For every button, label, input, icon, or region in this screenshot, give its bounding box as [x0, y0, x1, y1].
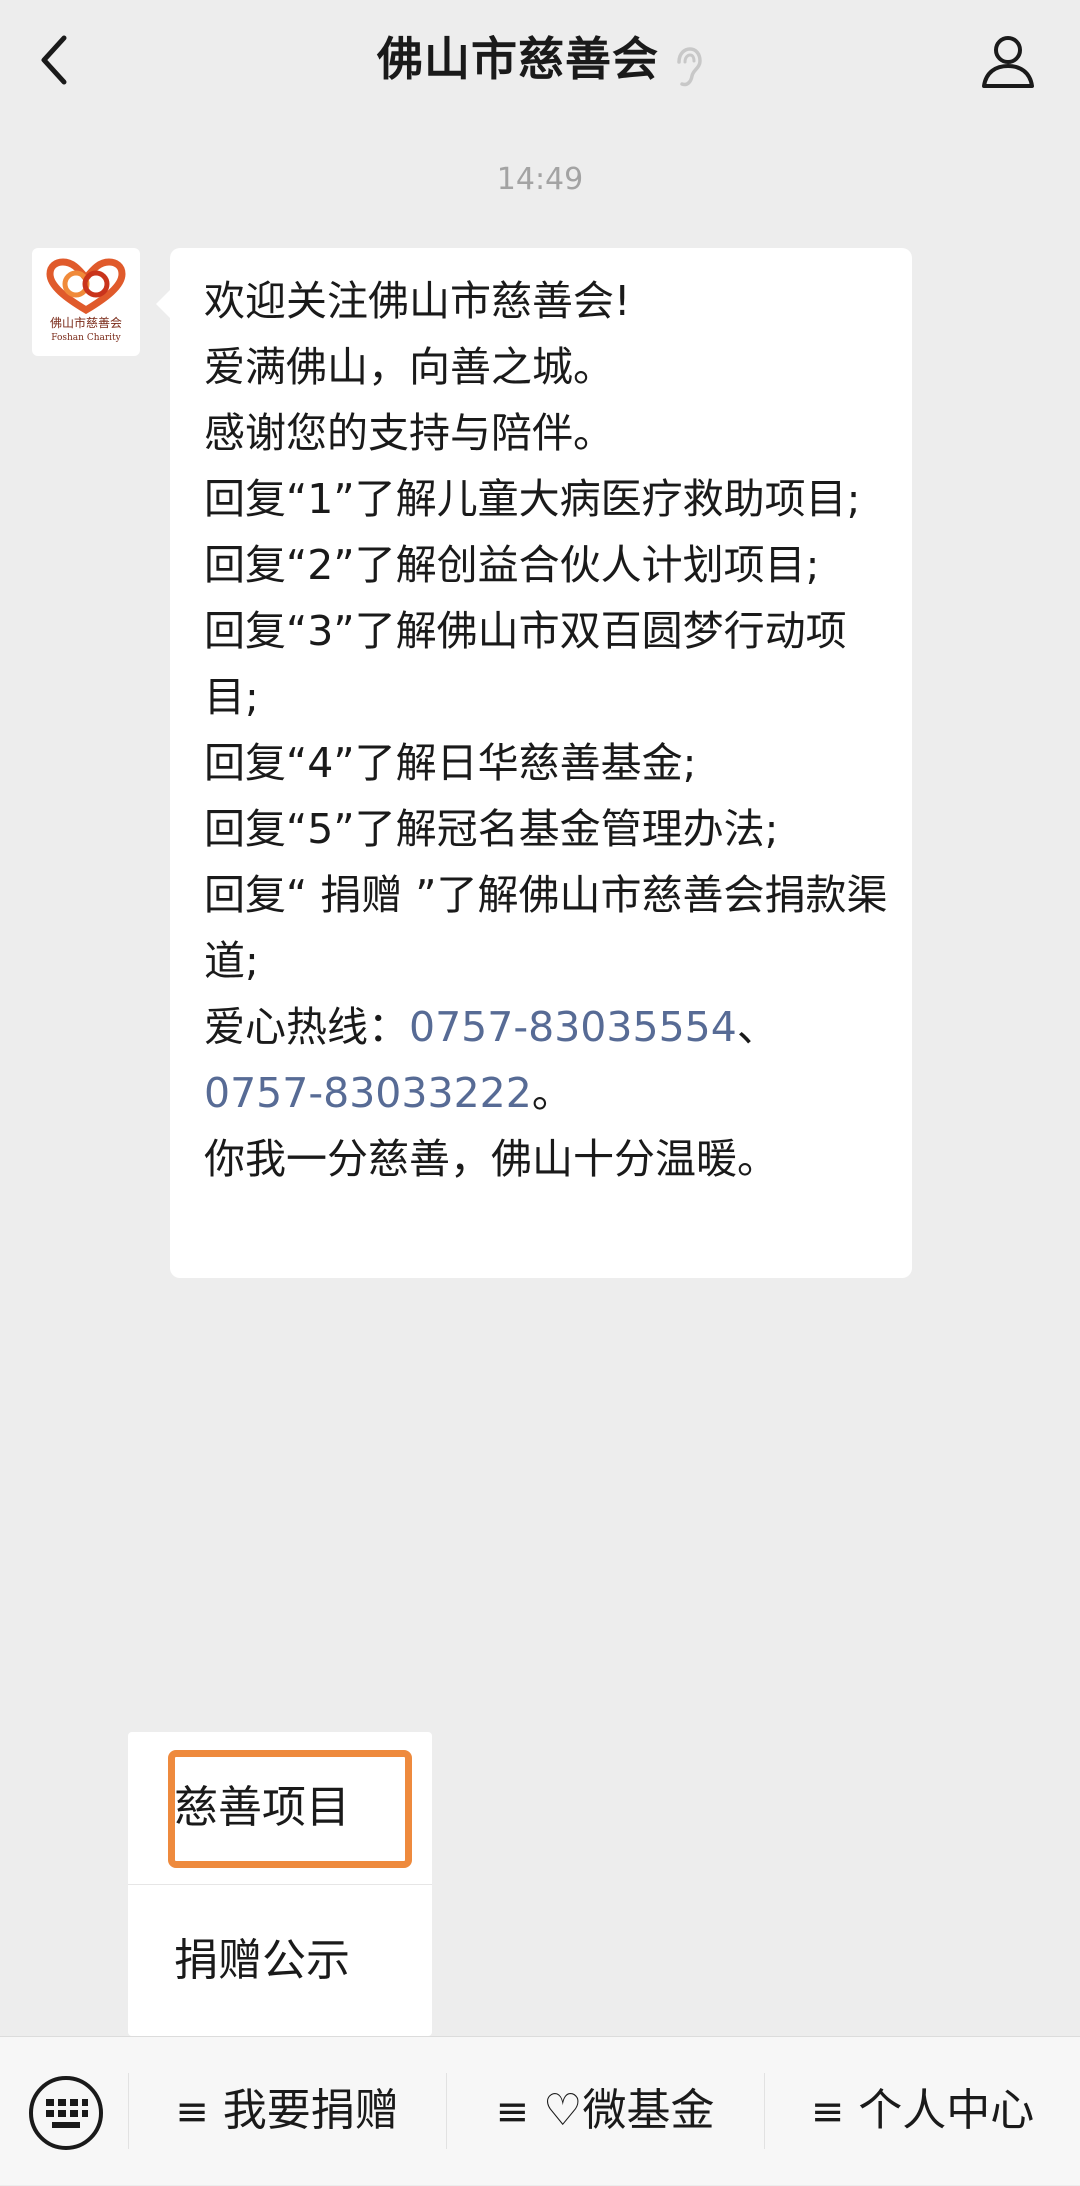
message-line: 你我一分慈善，佛山十分温暖。 [204, 1135, 778, 1183]
hotline-line: 爱心热线：0757-83035554、 0757-83033222。 [204, 994, 894, 1126]
ear-icon[interactable] [673, 41, 703, 86]
menu-button-label: 我要捐赠 [222, 2085, 399, 2136]
message-line: 回复“5”了解冠名基金管理办法; [204, 805, 779, 853]
message-text: 欢迎关注佛山市慈善会! 爱满佛山，向善之城。 感谢您的支持与陪伴。 回复“1”了… [204, 268, 894, 1192]
message-line: 爱满佛山，向善之城。 [204, 343, 614, 391]
avatar-name-en: Foshan Charity [51, 333, 121, 343]
submenu-item-label: 捐赠公示 [174, 1935, 350, 1986]
submenu-popup: 慈善项目 捐赠公示 [128, 1732, 432, 2036]
phone-separator: 、 [736, 1003, 778, 1051]
message-line: 欢迎关注佛山市慈善会! [204, 277, 631, 325]
highlight-box [168, 1750, 412, 1868]
menu-button-label: 个人中心 [858, 2085, 1035, 2136]
message-line: 感谢您的支持与陪伴。 [204, 409, 614, 457]
page-title: 佛山市慈善会 [0, 26, 1080, 92]
hotline-label: 爱心热线： [204, 1003, 409, 1051]
menu-lines-icon: ≡ [175, 2089, 209, 2135]
header: 佛山市慈善会 [0, 0, 1080, 120]
message-line: 回复“1”了解儿童大病医疗救助项目; [204, 475, 861, 523]
menu-lines-icon: ≡ [495, 2089, 530, 2135]
message-line: 回复“2”了解创益合伙人计划项目; [204, 541, 820, 589]
profile-button[interactable] [978, 30, 1038, 90]
message-timestamp: 14:49 [496, 162, 584, 197]
message-bubble: 欢迎关注佛山市慈善会! 爱满佛山，向善之城。 感谢您的支持与陪伴。 回复“1”了… [156, 248, 912, 1278]
keyboard-icon [29, 2076, 103, 2150]
message-line: 回复“3”了解佛山市双百圆梦行动项目; [204, 607, 847, 721]
menu-button-personal-center[interactable]: ≡ 个人中心 [765, 2037, 1080, 2185]
page-title-text: 佛山市慈善会 [377, 32, 659, 86]
phone-period: 。 [531, 1069, 573, 1117]
phone-link-2[interactable]: 0757-83033222 [204, 1069, 532, 1117]
charity-logo-icon [46, 258, 126, 314]
bottom-menu-bar: ≡ 我要捐赠 ≡ ♡微基金 ≡ 个人中心 [0, 2036, 1080, 2185]
avatar-name-cn: 佛山市慈善会 [49, 316, 122, 330]
person-icon [982, 36, 1034, 88]
menu-button-micro-fund[interactable]: ≡ ♡微基金 [447, 2037, 763, 2185]
message-line: 回复“4”了解日华慈善基金; [204, 739, 697, 787]
menu-button-label: ♡微基金 [543, 2085, 715, 2136]
avatar[interactable]: 佛山市慈善会 Foshan Charity [32, 248, 140, 356]
submenu-item-donation-publicity[interactable]: 捐赠公示 [128, 1884, 432, 2037]
phone-link-1[interactable]: 0757-83035554 [409, 1003, 737, 1051]
menu-button-donate[interactable]: ≡ 我要捐赠 [129, 2037, 445, 2185]
keyboard-toggle-button[interactable] [26, 2073, 106, 2153]
menu-lines-icon: ≡ [810, 2089, 845, 2135]
message-line: 回复“ 捐赠 ”了解佛山市慈善会捐款渠道; [204, 871, 888, 985]
